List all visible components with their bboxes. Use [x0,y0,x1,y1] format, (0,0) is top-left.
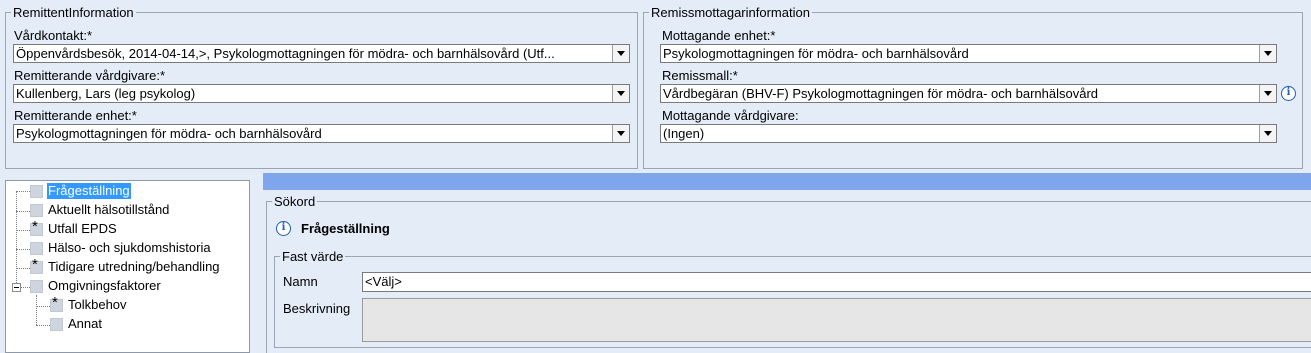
tree-connector [16,191,30,192]
node-icon [30,185,43,198]
node-icon [30,280,43,293]
vardkontakt-label: Vårdkontakt:* [14,28,93,43]
tree-item-label: Aktuellt hälsotillstånd [48,202,170,217]
remissmall-info-icon[interactable]: i [1281,86,1296,101]
chevron-down-icon[interactable] [612,125,629,142]
chevron-down-icon[interactable] [1259,125,1276,142]
vardkontakt-value: Öppenvårdsbesök, 2014-04-14,>, Psykologm… [16,46,555,61]
vardkontakt-combobox[interactable]: Öppenvårdsbesök, 2014-04-14,>, Psykologm… [13,44,630,63]
remitterande-vardgivare-combobox[interactable]: Kullenberg, Lars (leg psykolog) [13,84,630,103]
namn-field[interactable]: <Välj> [362,272,1311,292]
node-icon [50,318,63,331]
tree-connector [16,249,30,250]
collapse-toggle-icon[interactable] [12,283,21,292]
section-heading: Frågeställning [301,221,390,236]
chevron-down-icon[interactable] [612,85,629,102]
remitterande-vardgivare-label: Remitterande vårdgivare:* [14,68,166,83]
mottagande-vardgivare-combobox[interactable]: (Ingen) [660,124,1277,143]
tree-item-label: Tolkbehov [68,297,127,312]
mottagande-enhet-combobox[interactable]: Psykologmottagningen för mödra- och barn… [660,44,1277,63]
required-star-icon: * [52,294,58,311]
chevron-down-icon[interactable] [612,45,629,62]
tree-item-label: Annat [68,316,102,331]
required-star-icon: * [32,218,38,235]
tree-item-label: Omgivningsfaktorer [48,278,161,293]
tree-item-label: Frågeställning [47,183,131,199]
section-tree[interactable]: Frågeställning Aktuellt hälsotillstånd *… [5,180,250,353]
mottagande-enhet-label: Mottagande enhet:* [662,28,776,43]
node-icon [30,204,43,217]
fast-varde-legend: Fast värde [280,249,346,264]
tree-connector [36,306,50,307]
required-star-icon: * [32,256,38,273]
chevron-down-icon[interactable] [1259,85,1276,102]
namn-label: Namn [283,274,318,289]
remissmall-value: Vårdbegäran (BHV-F) Psykologmottagningen… [663,86,1099,101]
remitterande-enhet-value: Psykologmottagningen för mödra- och barn… [16,126,322,141]
tree-connector [16,211,30,212]
remissmall-combobox[interactable]: Vårdbegäran (BHV-F) Psykologmottagningen… [660,84,1277,103]
remitterande-enhet-label: Remitterande enhet:* [14,108,137,123]
remittent-information-legend: RemittentInformation [11,5,136,20]
remissmottagar-information-legend: Remissmottagarinformation [649,5,812,20]
info-icon: i [276,221,291,236]
tree-connector [16,268,30,269]
tree-connector [36,295,37,325]
mottagande-vardgivare-label: Mottagande vårdgivare: [662,108,799,123]
chevron-down-icon[interactable] [1259,45,1276,62]
remitterande-vardgivare-value: Kullenberg, Lars (leg psykolog) [16,86,196,101]
tree-connector [20,287,30,288]
remitterande-enhet-combobox[interactable]: Psykologmottagningen för mödra- och barn… [13,124,630,143]
sokord-legend: Sökord [272,194,318,209]
tree-connector [36,325,50,326]
tree-connector [16,191,17,287]
mottagande-enhet-value: Psykologmottagningen för mödra- och barn… [663,46,969,61]
section-header-bar [263,173,1311,190]
beskrivning-textarea[interactable] [362,298,1311,342]
tree-item-label: Tidigare utredning/behandling [48,259,220,274]
tree-item-label: Utfall EPDS [48,221,117,236]
tree-connector [16,230,30,231]
mottagande-vardgivare-value: (Ingen) [663,126,705,141]
beskrivning-label: Beskrivning [283,301,351,316]
node-icon [30,242,43,255]
remissmall-label: Remissmall:* [662,68,738,83]
tree-item-label: Hälso- och sjukdomshistoria [48,240,211,255]
